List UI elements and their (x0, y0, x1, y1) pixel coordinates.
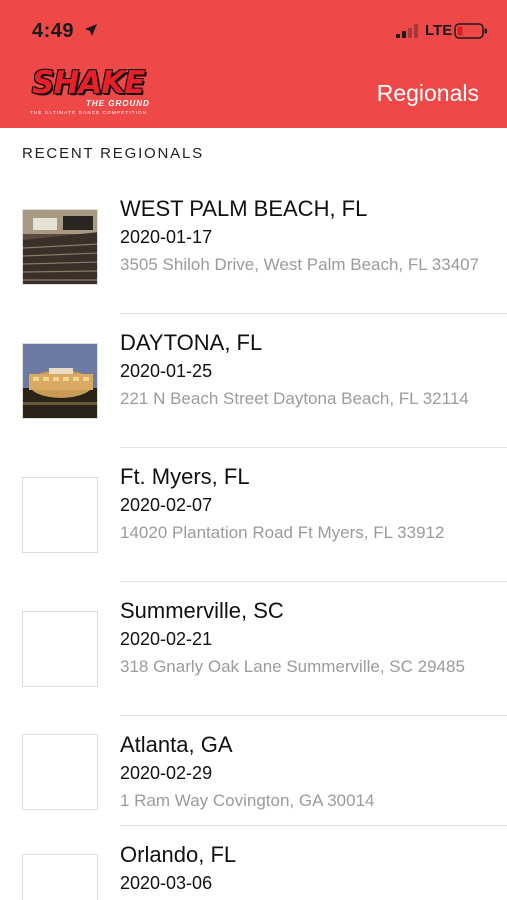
regional-title: Summerville, SC (120, 598, 284, 623)
list-item[interactable]: WEST PALM BEACH, FL 2020-01-17 3505 Shil… (0, 180, 507, 314)
location-arrow-icon (85, 24, 97, 36)
venue-thumbnail (22, 209, 98, 285)
cellular-signal-icon (396, 24, 418, 38)
logo-wordmark: SHAKE (32, 65, 145, 101)
regional-date: 2020-02-29 (120, 763, 213, 783)
section-heading: RECENT REGIONALS (22, 145, 204, 162)
venue-thumbnail (22, 611, 98, 687)
regional-date: 2020-01-25 (120, 361, 213, 381)
logo-subtitle: THE GROUND (86, 99, 150, 108)
page-title: Regionals (376, 80, 479, 106)
list-item[interactable]: Summerville, SC 2020-02-21 318 Gnarly Oa… (0, 582, 507, 716)
list-item[interactable]: Orlando, FL 2020-03-06 (0, 826, 507, 900)
regional-address: 1 Ram Way Covington, GA 30014 (120, 791, 375, 810)
battery-low-icon (454, 23, 487, 39)
regional-date: 2020-03-06 (120, 873, 213, 893)
regional-date: 2020-02-07 (120, 495, 213, 515)
building-photo (23, 344, 97, 418)
network-type: LTE (425, 22, 453, 39)
list-item[interactable]: DAYTONA, FL 2020-01-25 221 N Beach Stree… (0, 314, 507, 448)
status-time: 4:49 (32, 20, 75, 42)
regional-title: Orlando, FL (120, 842, 237, 867)
regional-address: 318 Gnarly Oak Lane Summerville, SC 2948… (120, 657, 465, 676)
regional-date: 2020-02-21 (120, 629, 213, 649)
regional-address: 14020 Plantation Road Ft Myers, FL 33912 (120, 523, 445, 542)
regional-title: WEST PALM BEACH, FL (120, 196, 368, 221)
regional-title: Ft. Myers, FL (120, 464, 250, 489)
list-item[interactable]: Atlanta, GA 2020-02-29 1 Ram Way Covingt… (0, 716, 507, 826)
logo-tagline: THE ULTIMATE DANCE COMPETITION (30, 110, 148, 115)
auditorium-photo (23, 210, 97, 284)
list-item[interactable]: Ft. Myers, FL 2020-02-07 14020 Plantatio… (0, 448, 507, 582)
venue-thumbnail (22, 343, 98, 419)
venue-thumbnail (22, 477, 98, 553)
regional-address: 221 N Beach Street Daytona Beach, FL 321… (120, 389, 469, 408)
regional-date: 2020-01-17 (120, 227, 213, 247)
regionals-list: WEST PALM BEACH, FL 2020-01-17 3505 Shil… (0, 180, 507, 900)
venue-thumbnail (22, 854, 98, 900)
shake-the-ground-logo: SHAKE THE GROUND THE ULTIMATE DANCE COMP… (28, 64, 184, 120)
app-header: 4:49 LTE SHAKE THE GROUND THE ULTIMATE D… (0, 0, 507, 128)
status-bar: 4:49 LTE (0, 0, 507, 62)
regional-address: 3505 Shiloh Drive, West Palm Beach, FL 3… (120, 255, 480, 274)
regional-title: DAYTONA, FL (120, 330, 263, 355)
regional-title: Atlanta, GA (120, 732, 233, 757)
venue-thumbnail (22, 734, 98, 810)
